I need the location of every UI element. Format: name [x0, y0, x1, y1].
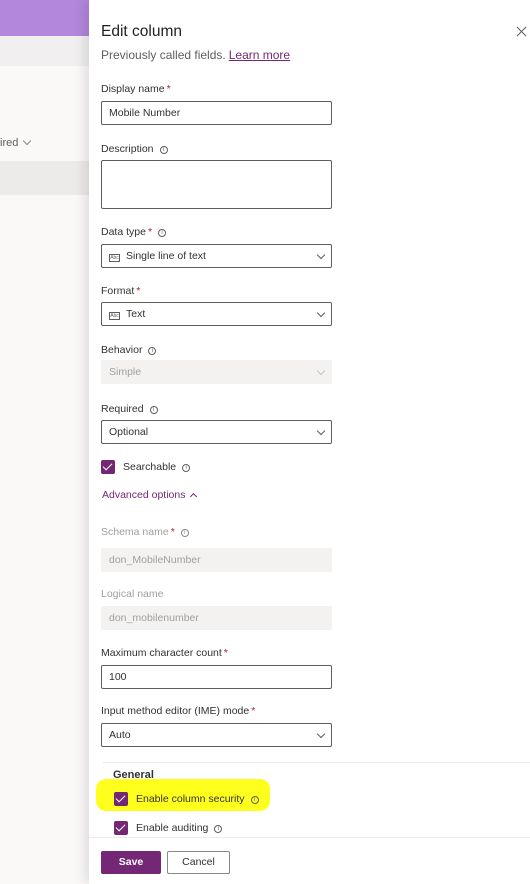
info-icon[interactable]: i: [149, 406, 158, 414]
data-type-label: Data type * i: [101, 226, 167, 238]
close-icon[interactable]: [515, 25, 529, 39]
schema-name-input: don_MobileNumber: [101, 548, 332, 572]
display-name-input[interactable]: Mobile Number: [101, 101, 332, 125]
description-label: Description i: [101, 143, 168, 155]
enable-auditing-checkbox[interactable]: [114, 821, 128, 835]
cancel-button[interactable]: Cancel: [167, 851, 230, 874]
required-label: Required i: [101, 403, 158, 415]
chevron-down-icon: [23, 136, 32, 146]
background-required-filter[interactable]: ired: [0, 136, 32, 149]
advanced-options-toggle[interactable]: Advanced options: [102, 489, 198, 501]
format-dropdown[interactable]: Abc Text: [101, 302, 332, 326]
enable-auditing-label: Enable auditing i: [136, 822, 223, 834]
edit-column-panel: Edit column Previously called fields. Lea…: [89, 0, 530, 884]
display-name-label: Display name *: [101, 83, 171, 95]
info-icon[interactable]: i: [180, 529, 189, 537]
background-top-bar: [0, 0, 90, 36]
searchable-label: Searchable i: [123, 461, 191, 473]
behavior-label: Behavior i: [101, 344, 157, 356]
description-textarea[interactable]: [101, 160, 332, 209]
learn-more-link[interactable]: Learn more: [229, 48, 290, 62]
info-icon[interactable]: i: [158, 229, 167, 237]
info-icon[interactable]: i: [159, 146, 168, 154]
background-selected-row[interactable]: [0, 161, 90, 195]
panel-subtitle: Previously called fields. Learn more: [101, 48, 290, 62]
section-divider: [103, 762, 530, 763]
text-field-icon: Abc: [109, 312, 120, 320]
background-command-bar: [0, 36, 90, 66]
chevron-down-icon: [316, 250, 326, 260]
max-char-count-label: Maximum character count *: [101, 647, 228, 659]
chevron-down-icon: [316, 729, 326, 739]
save-button[interactable]: Save: [101, 851, 161, 874]
panel-footer: Save Cancel: [89, 837, 530, 884]
schema-name-label: Schema name * i: [101, 526, 189, 538]
info-icon[interactable]: i: [148, 347, 157, 355]
behavior-dropdown: Simple: [101, 360, 332, 384]
enable-column-security-checkbox[interactable]: [114, 792, 128, 806]
chevron-down-icon: [316, 308, 326, 318]
info-icon[interactable]: i: [214, 825, 223, 833]
panel-title: Edit column: [101, 23, 182, 40]
logical-name-label: Logical name: [101, 588, 164, 600]
required-dropdown[interactable]: Optional: [101, 420, 332, 444]
ime-mode-label: Input method editor (IME) mode *: [101, 705, 256, 717]
chevron-up-icon: [190, 492, 198, 501]
data-type-dropdown[interactable]: Abc Single line of text: [101, 244, 332, 268]
chevron-down-icon: [316, 366, 326, 376]
info-icon[interactable]: i: [182, 464, 191, 472]
text-field-icon: Abc: [109, 254, 120, 262]
format-label: Format *: [101, 285, 141, 297]
logical-name-input: don_mobilenumber: [101, 606, 332, 630]
info-icon[interactable]: i: [250, 796, 259, 804]
background-required-text: ired: [0, 137, 19, 149]
chevron-down-icon: [316, 426, 326, 436]
enable-column-security-label: Enable column security i: [136, 793, 259, 805]
ime-mode-dropdown[interactable]: Auto: [101, 723, 332, 747]
max-char-count-input[interactable]: 100: [101, 665, 332, 689]
subtitle-text: Previously called fields.: [101, 48, 226, 62]
searchable-checkbox[interactable]: [101, 460, 115, 474]
